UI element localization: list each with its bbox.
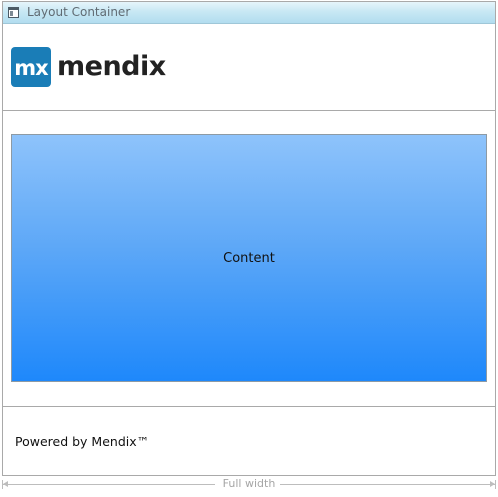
- width-indicator: Full width: [2, 477, 496, 491]
- content-placeholder[interactable]: Content: [11, 134, 487, 382]
- footer-text: Powered by Mendix™: [15, 434, 150, 449]
- header-region: mx mendix: [3, 24, 495, 111]
- logo-badge: mx: [11, 47, 51, 87]
- container-title-bar: Layout Container: [3, 2, 495, 24]
- content-label: Content: [223, 250, 275, 266]
- mendix-logo: mx mendix: [11, 47, 166, 87]
- layout-container: Layout Container mx mendix Content Power…: [2, 1, 496, 476]
- logo-wordmark: mendix: [57, 51, 166, 82]
- container-title: Layout Container: [27, 5, 131, 19]
- width-line-right: [280, 484, 496, 485]
- right-bracket-icon: [495, 480, 496, 489]
- footer-region: Powered by Mendix™: [3, 406, 495, 476]
- layout-container-icon: [8, 7, 19, 18]
